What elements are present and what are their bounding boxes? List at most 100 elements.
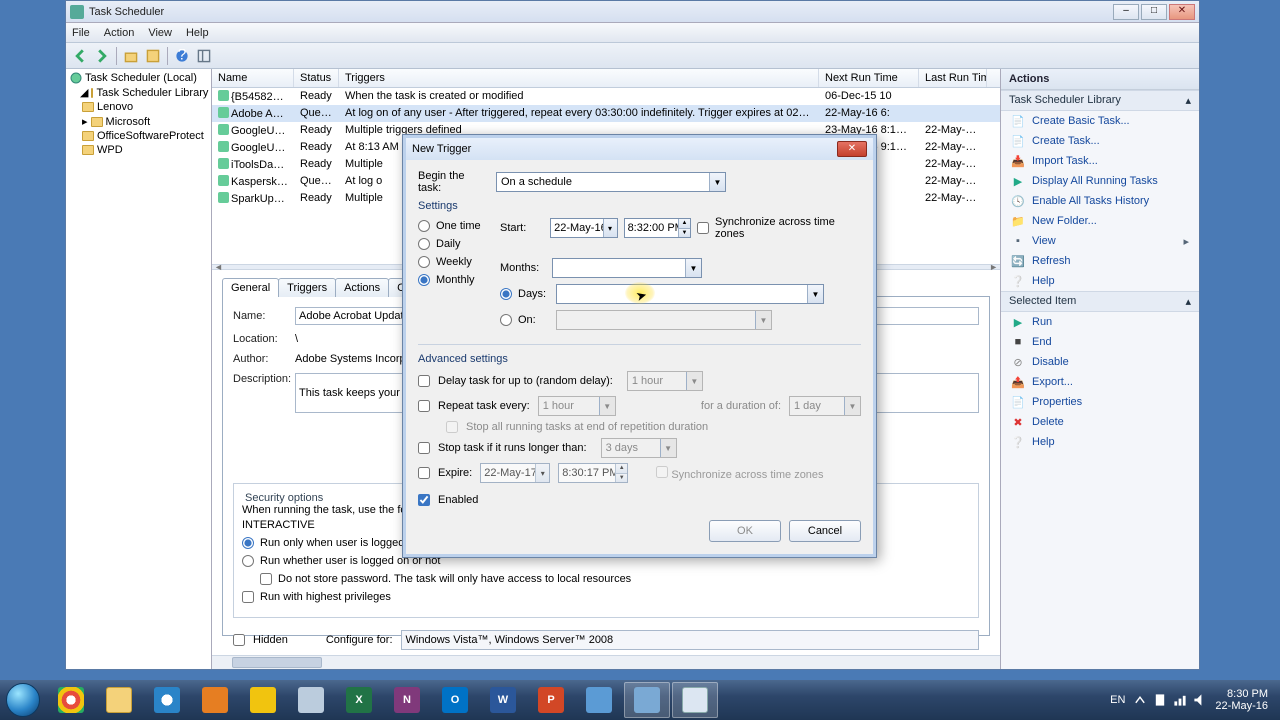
highest-priv-check[interactable] (242, 591, 254, 603)
start-time-input[interactable]: 8:32:00 PM▲▼ (624, 218, 691, 238)
taskbar-ppt-icon[interactable]: P (528, 682, 574, 718)
tree-root[interactable]: Task Scheduler (Local) (68, 71, 209, 85)
help-toolbar-icon[interactable]: ? (172, 46, 192, 66)
days-combo[interactable]: ▼ (556, 284, 824, 304)
action-item[interactable]: 📄Create Basic Task... (1001, 111, 1199, 131)
taskbar-running-app-icon[interactable] (624, 682, 670, 718)
start-date-input[interactable]: 22-May-16▾ (550, 218, 617, 238)
calendar-drop-icon[interactable]: ▾ (603, 219, 617, 237)
minimize-button[interactable]: – (1113, 4, 1139, 20)
col-status[interactable]: Status (294, 69, 339, 87)
taskbar-word-icon[interactable]: W (480, 682, 526, 718)
one-time-radio[interactable] (418, 220, 430, 232)
ok-button[interactable]: OK (709, 520, 781, 542)
cancel-button[interactable]: Cancel (789, 520, 861, 542)
tray-volume-icon[interactable] (1193, 693, 1207, 707)
taskbar-chrome-icon[interactable] (48, 682, 94, 718)
menu-view[interactable]: View (148, 27, 172, 39)
chevron-down-icon[interactable]: ▼ (685, 259, 701, 277)
action-item[interactable]: ▪View▸ (1001, 231, 1199, 251)
nav-back-icon[interactable] (70, 46, 90, 66)
tree-folder[interactable]: WPD (68, 143, 209, 157)
action-item[interactable]: ▶Run (1001, 312, 1199, 332)
table-row[interactable]: Adobe Acro...QueuedAt log on of any user… (212, 105, 1000, 122)
chevron-down-icon[interactable]: ▼ (807, 285, 823, 303)
months-combo[interactable]: ▼ (552, 258, 702, 278)
days-radio[interactable] (500, 288, 512, 300)
run-logged-on-radio[interactable] (242, 537, 254, 549)
titlebar[interactable]: Task Scheduler – □ ✕ (66, 1, 1199, 23)
taskbar-app2-icon[interactable] (576, 682, 622, 718)
taskbar-ie-icon[interactable] (144, 682, 190, 718)
hscroll[interactable] (212, 655, 1000, 669)
action-item[interactable]: ❔Help (1001, 271, 1199, 291)
action-item[interactable]: ❔Help (1001, 432, 1199, 452)
taskbar-outlook-icon[interactable]: O (432, 682, 478, 718)
maximize-button[interactable]: □ (1141, 4, 1167, 20)
enabled-check[interactable] (418, 494, 430, 506)
taskbar-excel-icon[interactable]: X (336, 682, 382, 718)
hidden-check[interactable] (233, 634, 245, 646)
menu-help[interactable]: Help (186, 27, 209, 39)
taskbar-task-scheduler-icon[interactable] (672, 682, 718, 718)
language-indicator[interactable]: EN (1110, 694, 1125, 706)
tree-folder[interactable]: ▸Microsoft (68, 114, 209, 129)
taskbar-media-icon[interactable] (192, 682, 238, 718)
action-item[interactable]: ✖Delete (1001, 412, 1199, 432)
tab-general[interactable]: General (222, 278, 279, 297)
daily-radio[interactable] (418, 238, 430, 250)
col-triggers[interactable]: Triggers (339, 69, 819, 87)
action-item[interactable]: 📄Properties (1001, 392, 1199, 412)
expire-check[interactable] (418, 467, 430, 479)
action-item[interactable]: ■End (1001, 332, 1199, 352)
collapse-icon[interactable]: ▴ (1185, 295, 1191, 308)
col-name[interactable]: Name (212, 69, 294, 87)
taskbar[interactable]: X N O W P EN 8:30 PM 22-May-16 (0, 680, 1280, 720)
start-button[interactable] (2, 680, 44, 720)
dialog-close-button[interactable]: ✕ (837, 141, 867, 157)
taskbar-onenote-icon[interactable]: N (384, 682, 430, 718)
repeat-check[interactable] (418, 400, 430, 412)
refresh-icon[interactable] (143, 46, 163, 66)
tree-library[interactable]: ◢ Task Scheduler Library (68, 85, 209, 100)
sync-tz-check[interactable] (697, 222, 709, 234)
tray-network-icon[interactable] (1173, 693, 1187, 707)
up-button[interactable] (121, 46, 141, 66)
on-radio[interactable] (500, 314, 512, 326)
menu-file[interactable]: File (72, 27, 90, 39)
action-item[interactable]: ▶Display All Running Tasks (1001, 171, 1199, 191)
col-next-run[interactable]: Next Run Time (819, 69, 919, 87)
system-tray[interactable]: EN 8:30 PM 22-May-16 (1110, 688, 1278, 712)
tree-folder[interactable]: Lenovo (68, 100, 209, 114)
action-item[interactable]: 📄Create Task... (1001, 131, 1199, 151)
delay-check[interactable] (418, 375, 430, 387)
taskbar-app-icon[interactable] (240, 682, 286, 718)
no-store-pw-check[interactable] (260, 573, 272, 585)
action-item[interactable]: 🕓Enable All Tasks History (1001, 191, 1199, 211)
action-item[interactable]: ⊘Disable (1001, 352, 1199, 372)
spin-up-icon[interactable]: ▲ (678, 219, 690, 229)
tray-flag-icon[interactable] (1153, 693, 1167, 707)
menu-action[interactable]: Action (104, 27, 135, 39)
tab-actions[interactable]: Actions (335, 278, 389, 297)
toolbar-pane-icon[interactable] (194, 46, 214, 66)
taskbar-calc-icon[interactable] (288, 682, 334, 718)
chevron-down-icon[interactable]: ▼ (709, 173, 725, 191)
close-button[interactable]: ✕ (1169, 4, 1195, 20)
collapse-icon[interactable]: ▴ (1185, 94, 1191, 107)
nav-forward-icon[interactable] (92, 46, 112, 66)
configure-for-select[interactable]: Windows Vista™, Windows Server™ 2008 (401, 630, 979, 650)
tree-folder[interactable]: OfficeSoftwareProtect (68, 129, 209, 143)
run-whether-radio[interactable] (242, 555, 254, 567)
action-item[interactable]: 📥Import Task... (1001, 151, 1199, 171)
col-last-run[interactable]: Last Run Time (919, 69, 987, 87)
taskbar-explorer-icon[interactable] (96, 682, 142, 718)
action-item[interactable]: 📤Export... (1001, 372, 1199, 392)
monthly-radio[interactable] (418, 274, 430, 286)
table-row[interactable]: {B5458276-9...ReadyWhen the task is crea… (212, 88, 1000, 105)
begin-task-combo[interactable]: On a schedule▼ (496, 172, 726, 192)
action-item[interactable]: 📁New Folder... (1001, 211, 1199, 231)
weekly-radio[interactable] (418, 256, 430, 268)
tray-up-icon[interactable] (1133, 693, 1147, 707)
tab-triggers[interactable]: Triggers (278, 278, 336, 297)
